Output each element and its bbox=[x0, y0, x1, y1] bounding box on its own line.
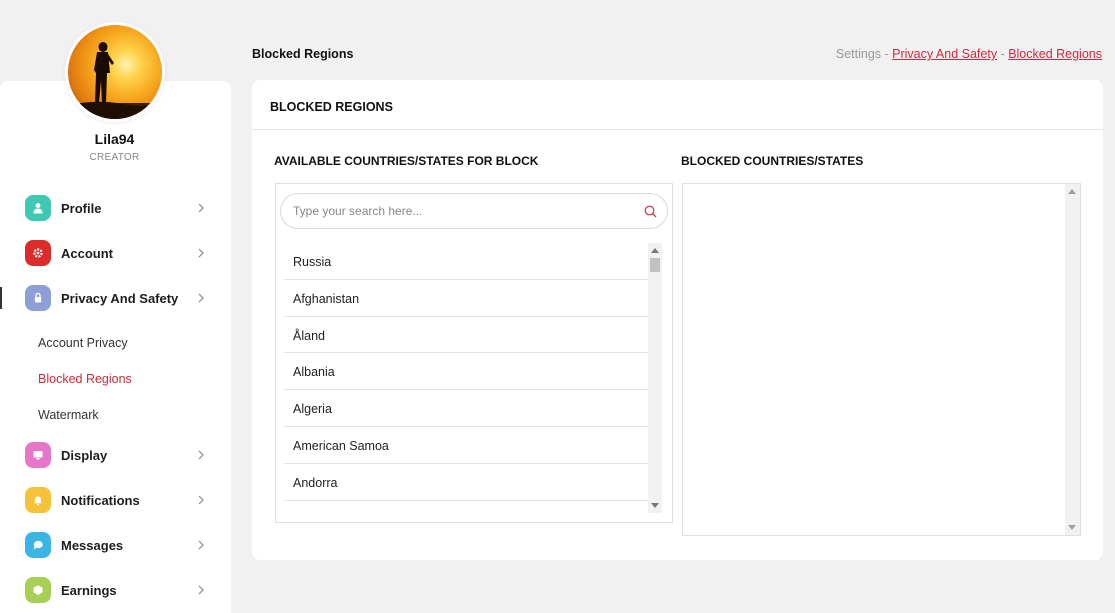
breadcrumb-separator: - bbox=[997, 47, 1009, 61]
available-list-scrollbar[interactable] bbox=[648, 243, 662, 513]
breadcrumb-privacy-link[interactable]: Privacy And Safety bbox=[892, 47, 997, 61]
monitor-icon bbox=[25, 442, 51, 468]
list-item[interactable]: Angola bbox=[284, 501, 648, 514]
scroll-thumb[interactable] bbox=[650, 258, 660, 272]
search-field bbox=[280, 193, 668, 229]
breadcrumb-separator: - bbox=[881, 47, 893, 61]
sidebar-item-account[interactable]: Account bbox=[25, 239, 215, 267]
sidebar-item-display[interactable]: Display bbox=[25, 441, 215, 469]
chevron-right-icon bbox=[198, 585, 204, 595]
gear-icon bbox=[25, 240, 51, 266]
list-item[interactable]: Algeria bbox=[284, 390, 648, 427]
user-name: Lila94 bbox=[94, 131, 135, 147]
list-item[interactable]: Andorra bbox=[284, 464, 648, 501]
sidebar-item-messages[interactable]: Messages bbox=[25, 531, 215, 559]
sidebar: Lila94 CREATOR Profile Account Privacy A… bbox=[0, 81, 231, 613]
blocked-countries-list[interactable] bbox=[682, 183, 1081, 536]
blocked-title: BLOCKED COUNTRIES/STATES bbox=[681, 154, 864, 168]
chevron-right-icon bbox=[198, 203, 204, 213]
scroll-down-arrow-icon[interactable] bbox=[1068, 525, 1076, 530]
active-menu-marker bbox=[0, 287, 2, 309]
available-title: AVAILABLE COUNTRIES/STATES FOR BLOCK bbox=[274, 154, 539, 168]
user-role: CREATOR bbox=[89, 152, 140, 163]
chevron-right-icon bbox=[198, 293, 204, 303]
list-item[interactable]: Albania bbox=[284, 353, 648, 391]
list-item[interactable]: Russia bbox=[284, 243, 648, 280]
chevron-right-icon bbox=[198, 450, 204, 460]
sidebar-item-label: Profile bbox=[61, 200, 102, 216]
blocked-list-scrollbar[interactable] bbox=[1065, 184, 1080, 535]
subitem-watermark[interactable]: Watermark bbox=[38, 408, 99, 422]
silhouette-photo bbox=[68, 42, 162, 119]
sidebar-item-earnings[interactable]: Earnings bbox=[25, 576, 215, 604]
chat-icon bbox=[25, 532, 51, 558]
sidebar-item-profile[interactable]: Profile bbox=[25, 194, 215, 222]
sidebar-item-label: Earnings bbox=[61, 582, 117, 598]
scroll-up-arrow-icon[interactable] bbox=[1068, 189, 1076, 194]
scroll-up-arrow-icon[interactable] bbox=[651, 248, 659, 253]
bell-icon bbox=[25, 487, 51, 513]
page-title: Blocked Regions bbox=[252, 47, 354, 61]
list-item[interactable]: Åland bbox=[284, 317, 648, 354]
sidebar-item-label: Notifications bbox=[61, 492, 140, 508]
chevron-right-icon bbox=[198, 495, 204, 505]
list-item[interactable]: Afghanistan bbox=[284, 280, 648, 317]
sidebar-item-notifications[interactable]: Notifications bbox=[25, 486, 215, 514]
avatar[interactable] bbox=[65, 22, 165, 122]
lock-icon bbox=[25, 285, 51, 311]
available-countries-box: Russia Afghanistan Åland Albania Algeria… bbox=[275, 183, 673, 523]
subitem-blocked-regions[interactable]: Blocked Regions bbox=[38, 372, 132, 386]
sidebar-item-label: Privacy And Safety bbox=[61, 290, 179, 306]
available-countries-list: Russia Afghanistan Åland Albania Algeria… bbox=[284, 243, 648, 513]
chevron-right-icon bbox=[198, 540, 204, 550]
blocked-regions-card: BLOCKED REGIONS AVAILABLE COUNTRIES/STAT… bbox=[252, 80, 1103, 560]
breadcrumb-blocked-regions-link[interactable]: Blocked Regions bbox=[1008, 47, 1102, 61]
sidebar-item-privacy-and-safety[interactable]: Privacy And Safety bbox=[25, 284, 215, 312]
search-icon[interactable] bbox=[644, 205, 657, 218]
sidebar-item-label: Messages bbox=[61, 537, 124, 553]
breadcrumb-root: Settings bbox=[835, 47, 882, 61]
subitem-account-privacy[interactable]: Account Privacy bbox=[38, 336, 128, 350]
list-item[interactable]: American Samoa bbox=[284, 427, 648, 464]
user-icon bbox=[25, 195, 51, 221]
sidebar-item-label: Display bbox=[61, 447, 108, 463]
coin-icon bbox=[25, 577, 51, 603]
search-input[interactable] bbox=[293, 204, 633, 218]
breadcrumb: Settings - Privacy And Safety - Blocked … bbox=[836, 47, 1102, 61]
sidebar-item-label: Account bbox=[61, 245, 113, 261]
scroll-down-arrow-icon[interactable] bbox=[651, 503, 659, 508]
chevron-right-icon bbox=[198, 248, 204, 258]
card-title: BLOCKED REGIONS bbox=[252, 80, 1103, 130]
